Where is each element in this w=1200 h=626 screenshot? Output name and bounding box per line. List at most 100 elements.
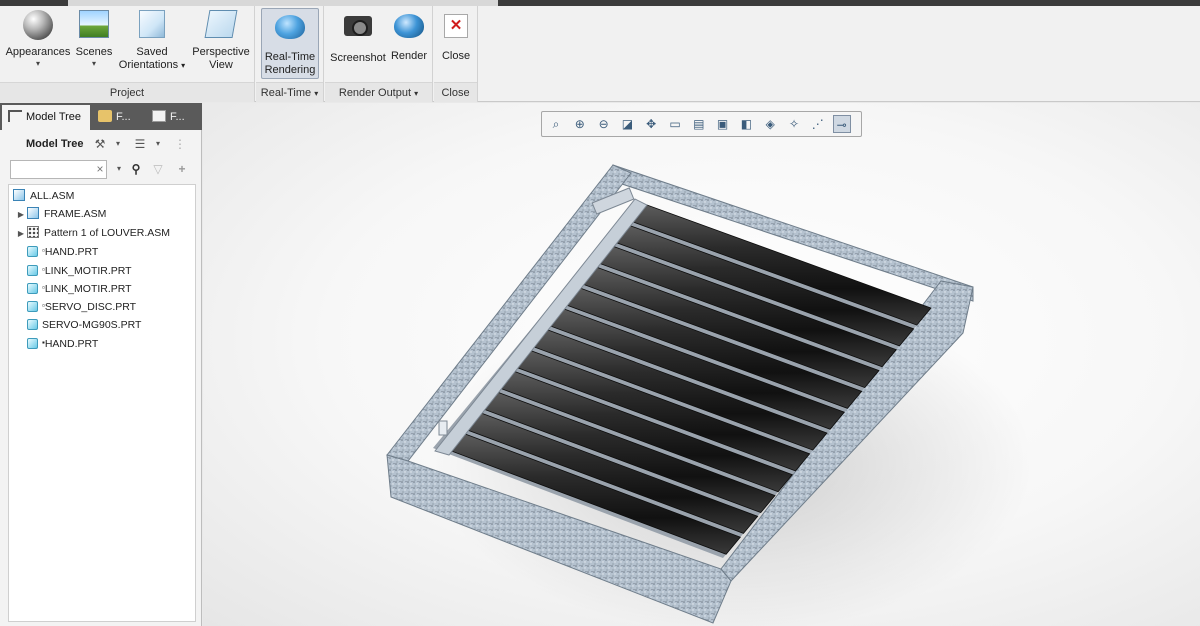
perspective-view-button[interactable]: Perspective View (190, 8, 252, 72)
show-list-icon[interactable]: ☰ (132, 136, 148, 152)
screenshot-button[interactable]: Screenshot (329, 8, 387, 65)
tree-item-label: HAND.PRT (44, 338, 99, 351)
scenes-label: Scenes (75, 46, 113, 58)
ribbon-group-close: ✕ Close Close (434, 6, 478, 102)
ribbon-group-label-real-time[interactable]: Real-Time ▾ (256, 82, 323, 102)
tree-item[interactable]: ▶ FRAME.ASM (15, 205, 106, 223)
expand-arrow-icon[interactable]: ▶ (15, 206, 27, 224)
tree-item[interactable]: ▫LINK_MOTIR.PRT (15, 279, 132, 297)
tree-item-label: SERVO-MG90S.PRT (42, 318, 142, 331)
screenshot-label: Screenshot (330, 52, 386, 64)
scenes-button[interactable]: Scenes ▾ (74, 8, 114, 68)
chevron-down-icon[interactable]: ▾ (150, 136, 166, 152)
model-tree-search-input[interactable] (10, 160, 107, 179)
tree-item[interactable]: ▪HAND.PRT (15, 334, 98, 352)
louver-assembly-model[interactable] (203, 103, 1200, 626)
tab-folder-browser[interactable]: F... (92, 105, 144, 130)
expand-arrow-icon[interactable]: ▶ (15, 225, 27, 243)
creo-render-studio-window: Appearances ▾ Scenes ▾ Saved Orientation… (0, 0, 1200, 626)
perspective-view-label-1: Perspective (192, 46, 250, 58)
render-teapot-icon (394, 14, 424, 38)
model-tree-toolbar: Model Tree ⚒ ▾ ☰ ▾ ⋮ (0, 130, 202, 158)
saved-orientations-icon (139, 10, 165, 38)
tab-model-tree-label: Model Tree (26, 111, 82, 123)
model-tree-title: Model Tree (26, 138, 84, 150)
real-time-group-label-text: Real-Time (260, 87, 312, 99)
tree-item[interactable]: ALL.ASM (13, 187, 74, 205)
model-tree-panel: Model Tree F... F... Model Tree ⚒ ▾ ☰ ▾ … (0, 103, 202, 626)
close-button[interactable]: ✕ Close (438, 8, 474, 63)
saved-orientations-label-1: Saved (136, 46, 168, 58)
clear-search-icon[interactable]: × (94, 162, 106, 176)
tree-item-label: Pattern 1 of LOUVER.ASM (44, 226, 171, 239)
scenes-icon (79, 10, 109, 38)
graphics-viewport[interactable]: ⌕ ⊕ ⊖ ◪ ✥ ▭ ▤ ▣ ◧ ◈ ✧ ⋰ ⊸ (203, 103, 1200, 626)
hand-part (438, 420, 448, 436)
ribbon-group-label-project: Project (0, 82, 254, 102)
assembly-icon (27, 207, 39, 220)
tree-item[interactable]: SERVO-MG90S.PRT (15, 316, 141, 334)
camera-icon (344, 16, 372, 36)
tree-item-label: SERVO_DISC.PRT (44, 301, 137, 314)
chevron-down-icon: ▾ (35, 59, 40, 68)
ribbon-group-label-close: Close (434, 82, 477, 102)
real-time-rendering-label-1: Real-Time (264, 51, 316, 63)
filter-icon[interactable]: ▽ (150, 161, 166, 177)
appearances-label: Appearances (5, 46, 71, 58)
render-label: Render (390, 50, 428, 62)
chevron-down-icon[interactable]: ▾ (111, 161, 127, 177)
teapot-icon (275, 15, 305, 39)
part-icon (27, 283, 38, 294)
ribbon-group-render-output: Screenshot Render Render Output ▾ (325, 6, 433, 102)
render-output-group-label-text: Render Output (338, 87, 412, 99)
tab-favorites[interactable]: F... (146, 105, 200, 130)
part-icon (27, 264, 38, 276)
tree-filter-settings-icon[interactable]: ⋮ (172, 136, 188, 152)
saved-orientations-button[interactable]: Saved Orientations ▾ (114, 8, 190, 72)
add-icon[interactable]: + (174, 161, 190, 177)
ribbon-group-label-render-output[interactable]: Render Output ▾ (325, 82, 432, 102)
part-icon (27, 338, 38, 350)
favorites-star-icon (152, 110, 166, 122)
ribbon-group-real-time: Real-Time Rendering Real-Time ▾ (256, 6, 324, 102)
tree-item[interactable]: ▫HAND.PRT (15, 242, 98, 260)
appearances-sphere-icon (23, 10, 53, 40)
render-button[interactable]: Render (389, 8, 429, 63)
appearances-button[interactable]: Appearances ▾ (4, 8, 72, 68)
chevron-down-icon[interactable]: ▾ (110, 136, 126, 152)
saved-orientations-label-2: Orientations (118, 59, 179, 71)
ribbon: Appearances ▾ Scenes ▾ Saved Orientation… (0, 6, 1200, 102)
model-tree: ALL.ASM ▶ FRAME.ASM ▶ Pattern 1 of LOUVER.AS… (8, 184, 196, 622)
part-icon (27, 246, 38, 258)
perspective-view-label-2: View (209, 59, 233, 71)
tab-favorites-label: F... (170, 111, 185, 123)
close-label: Close (441, 50, 471, 62)
tree-item[interactable]: ▫SERVO_DISC.PRT (15, 297, 136, 315)
settings-tools-icon[interactable]: ⚒ (92, 136, 108, 152)
model-tree-search-row: × ▾ ⚲ ▽ + (10, 160, 196, 180)
real-time-rendering-label-2: Rendering (264, 64, 316, 76)
panel-tabs: Model Tree F... F... (0, 103, 202, 130)
perspective-view-icon (204, 10, 238, 38)
model-tree-tab-icon (8, 110, 22, 122)
find-binoculars-icon[interactable]: ⚲ (128, 161, 144, 177)
folder-icon (98, 110, 112, 122)
tree-item[interactable]: ▶ Pattern 1 of LOUVER.ASM (15, 224, 170, 242)
part-icon (27, 318, 38, 330)
close-icon: ✕ (444, 14, 468, 38)
tab-model-tree[interactable]: Model Tree (2, 105, 90, 130)
tree-item-label: ALL.ASM (30, 190, 75, 202)
tree-item[interactable]: ▫LINK_MOTIR.PRT (15, 261, 132, 279)
chevron-down-icon: ▾ (314, 89, 319, 98)
tree-item-label: LINK_MOTIR.PRT (44, 283, 132, 295)
assembly-icon (13, 189, 25, 201)
chevron-down-icon: ▾ (91, 59, 96, 68)
chevron-down-icon: ▾ (414, 89, 419, 98)
tree-item-label: LINK_MOTIR.PRT (44, 264, 132, 277)
ribbon-group-project: Appearances ▾ Scenes ▾ Saved Orientation… (0, 6, 255, 102)
chevron-down-icon: ▾ (181, 61, 186, 70)
tree-item-label: HAND.PRT (44, 246, 99, 259)
real-time-rendering-button[interactable]: Real-Time Rendering (261, 8, 319, 79)
pattern-icon (27, 225, 39, 238)
part-icon (27, 301, 38, 313)
